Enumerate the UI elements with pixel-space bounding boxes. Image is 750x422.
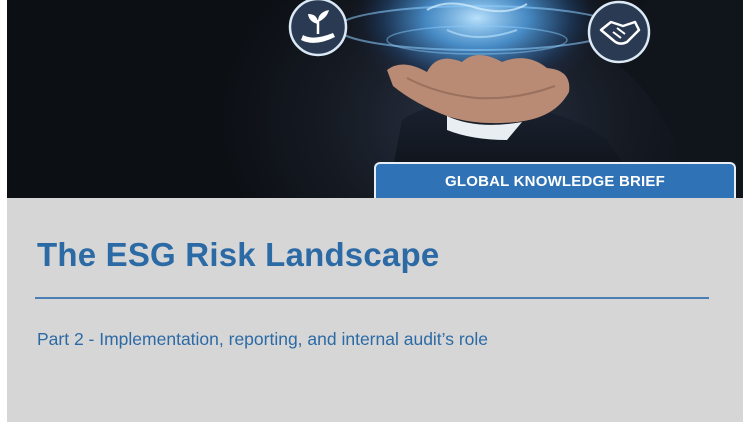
hero-image: GLOBAL KNOWLEDGE BRIEF xyxy=(7,0,743,198)
handshake-icon xyxy=(587,0,651,64)
page-title: The ESG Risk Landscape xyxy=(37,236,440,273)
plant-in-hand-icon xyxy=(288,0,348,57)
title-divider xyxy=(35,297,709,299)
page-subtitle: Part 2 - Implementation, reporting, and … xyxy=(37,329,489,349)
document-type-badge: GLOBAL KNOWLEDGE BRIEF xyxy=(374,162,736,198)
cover-page: GLOBAL KNOWLEDGE BRIEF The ESG Risk Land… xyxy=(7,0,743,422)
